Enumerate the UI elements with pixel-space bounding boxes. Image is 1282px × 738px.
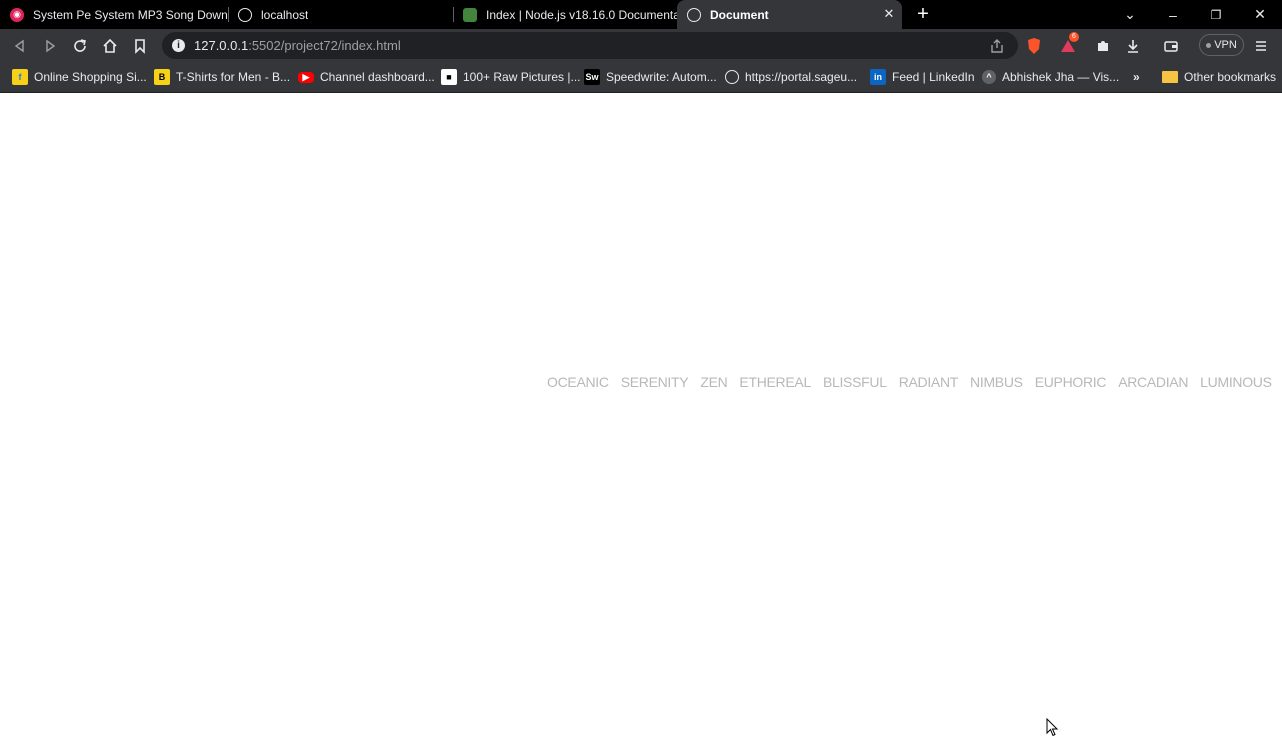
bookmark-item-linkedin[interactable]: in Feed | LinkedIn (870, 68, 975, 86)
tab-nodejs[interactable]: Index | Node.js v18.16.0 Documentatio (453, 0, 677, 29)
globe-icon (687, 7, 701, 22)
bookmark-label: Feed | LinkedIn (892, 70, 975, 84)
bookmark-button[interactable] (129, 35, 151, 57)
tab-title: localhost (261, 7, 309, 22)
restore-button[interactable]: ❐ (1196, 0, 1236, 29)
puzzle-icon (1098, 41, 1108, 51)
reload-icon (74, 39, 86, 52)
bookmark-label: https://portal.sageu... (745, 70, 858, 84)
globe-icon (725, 70, 739, 84)
globe-icon (238, 7, 252, 22)
nav-link-nimbus[interactable]: NIMBUS (970, 374, 1023, 390)
nav-link-serenity[interactable]: SERENITY (621, 374, 689, 390)
brave-shields-button[interactable] (1023, 35, 1045, 57)
tab-localhost[interactable]: localhost (228, 0, 453, 29)
youtube-icon: ▶ (298, 71, 314, 83)
downloads-button[interactable] (1122, 35, 1144, 57)
speedwrite-icon: Sw (584, 69, 600, 85)
toolbar: i 127.0.0.1:5502/project72/index.html 6 … (0, 29, 1282, 62)
share-button[interactable] (986, 35, 1008, 57)
other-bookmarks-folder[interactable]: Other bookmarks (1162, 68, 1276, 86)
bookmark-item-youtube[interactable]: ▶ Channel dashboard... (298, 68, 435, 86)
music-site-icon: ◉ (10, 7, 24, 22)
bookmark-icon (135, 39, 145, 54)
browser-chrome: ◉ System Pe System MP3 Song Downloa loca… (0, 0, 1282, 93)
flipkart-icon: f (12, 69, 28, 85)
rewards-badge: 6 (1069, 32, 1079, 42)
back-button[interactable] (9, 35, 31, 57)
page-content: OCEANIC SERENITY ZEN ETHEREAL BLISSFUL R… (0, 93, 1282, 737)
bookmark-label: 100+ Raw Pictures |... (463, 70, 581, 84)
unsplash-icon: ■ (441, 69, 457, 85)
bookmark-label: T-Shirts for Men - B... (176, 70, 291, 84)
vpn-label: VPN (1214, 39, 1237, 51)
nav-link-oceanic[interactable]: OCEANIC (547, 374, 609, 390)
folder-icon (1162, 71, 1178, 83)
tab-strip: ◉ System Pe System MP3 Song Downloa loca… (0, 0, 1282, 29)
bookmark-item-portal[interactable]: https://portal.sageu... (725, 68, 857, 86)
bookmark-label: Other bookmarks (1184, 70, 1277, 84)
vpn-status-dot (1206, 42, 1212, 48)
hamburger-menu-icon (1256, 41, 1266, 51)
minimize-button[interactable]: – (1153, 0, 1193, 29)
bookmark-item-bewakoof[interactable]: B T-Shirts for Men - B... (154, 68, 290, 86)
mouse-cursor-icon (1046, 718, 1059, 737)
bookmark-label: Online Shopping Si... (34, 70, 147, 84)
brave-rewards-button[interactable]: 6 (1057, 32, 1079, 57)
vpn-button[interactable]: VPN (1199, 34, 1244, 56)
tab-title: System Pe System MP3 Song Downloa (33, 7, 228, 22)
close-tab-icon[interactable]: ✕ (882, 7, 896, 21)
nav-link-ethereal[interactable]: ETHEREAL (739, 374, 811, 390)
home-button[interactable] (99, 35, 121, 57)
nav-link-zen[interactable]: ZEN (700, 374, 727, 390)
home-icon (103, 38, 117, 53)
forward-button[interactable] (39, 35, 61, 57)
back-icon (14, 39, 24, 53)
wallet-icon (1164, 41, 1178, 52)
bookmark-label: Speedwrite: Autom... (606, 70, 717, 84)
tab-search-button[interactable]: ⌄ (1110, 0, 1150, 29)
bookmark-label: Abhishek Jha — Vis... (1002, 70, 1120, 84)
site-icon: ^ (982, 70, 996, 84)
tab-title: Document (710, 7, 769, 22)
brave-lion-icon (1028, 38, 1040, 54)
new-tab-button[interactable]: + (913, 4, 933, 24)
menu-button[interactable] (1250, 35, 1272, 57)
wallet-button[interactable] (1160, 35, 1182, 57)
nodejs-icon (463, 7, 477, 22)
share-icon (991, 39, 1003, 53)
bookmarks-bar: f Online Shopping Si... B T-Shirts for M… (0, 62, 1282, 93)
tab-music[interactable]: ◉ System Pe System MP3 Song Downloa (0, 0, 228, 29)
info-icon[interactable]: i (172, 39, 185, 52)
close-window-button[interactable]: ✕ (1240, 0, 1280, 29)
more-bookmarks-button[interactable]: » (1133, 68, 1140, 86)
bookmark-item-flipkart[interactable]: f Online Shopping Si... (12, 68, 147, 86)
bookmark-label: Channel dashboard... (320, 70, 435, 84)
bookmark-item-speedwrite[interactable]: Sw Speedwrite: Autom... (584, 68, 717, 86)
bewakoof-icon: B (154, 69, 170, 85)
tab-document[interactable]: Document ✕ (677, 0, 902, 29)
nav-link-arcadian[interactable]: ARCADIAN (1118, 374, 1188, 390)
reload-button[interactable] (69, 35, 91, 57)
bookmark-item-unsplash[interactable]: ■ 100+ Raw Pictures |... (441, 68, 581, 86)
forward-icon (46, 39, 56, 53)
tab-title: Index | Node.js v18.16.0 Documentatio (486, 7, 677, 22)
download-icon (1128, 40, 1138, 53)
linkedin-icon: in (870, 69, 886, 85)
address-bar[interactable]: i 127.0.0.1:5502/project72/index.html (162, 32, 1018, 59)
url-text[interactable]: 127.0.0.1:5502/project72/index.html (194, 38, 401, 53)
nav-link-blissful[interactable]: BLISSFUL (823, 374, 887, 390)
bookmark-item-portfolio[interactable]: ^ Abhishek Jha — Vis... (982, 68, 1119, 86)
nav-link-radiant[interactable]: RADIANT (899, 374, 959, 390)
main-nav: OCEANIC SERENITY ZEN ETHEREAL BLISSFUL R… (547, 374, 1282, 390)
extensions-button[interactable] (1092, 35, 1114, 57)
nav-link-luminous[interactable]: LUMINOUS (1200, 374, 1272, 390)
nav-link-euphoric[interactable]: EUPHORIC (1035, 374, 1107, 390)
